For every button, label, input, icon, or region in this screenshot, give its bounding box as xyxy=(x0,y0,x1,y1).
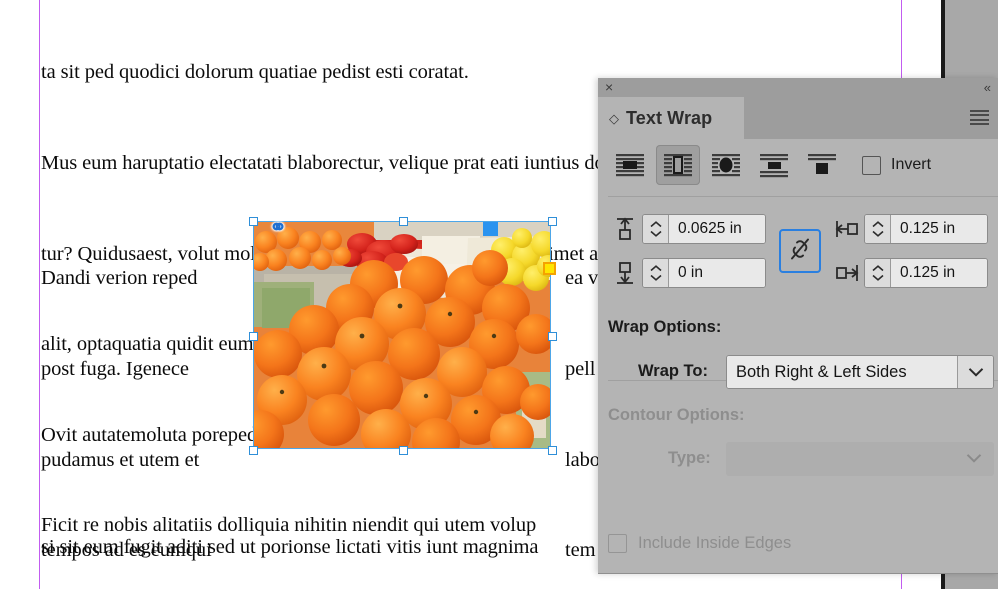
offset-right-icon xyxy=(834,258,860,288)
offset-bottom-icon xyxy=(612,258,638,288)
contour-options-heading: Contour Options: xyxy=(608,406,745,424)
offset-bottom-stepper[interactable] xyxy=(643,259,669,287)
wrap-around-bounding-box-icon xyxy=(663,152,693,178)
panel-bottom-edge xyxy=(598,573,998,574)
application-window: ta sit ped quodici dolorum quatiae pedis… xyxy=(0,0,998,589)
include-inside-edges-label: Include Inside Edges xyxy=(638,534,792,552)
wrap-around-object-shape-icon xyxy=(711,152,741,178)
wrap-mode-object-shape-button[interactable] xyxy=(704,145,748,185)
offset-bottom-value[interactable]: 0 in xyxy=(669,259,765,287)
wrap-mode-bounding-box-button[interactable] xyxy=(656,145,700,185)
panel-menu-icon[interactable] xyxy=(970,110,989,125)
offset-right-value[interactable]: 0.125 in xyxy=(891,259,987,287)
wrap-to-value: Both Right & Left Sides xyxy=(727,356,957,388)
offset-top-value[interactable]: 0.0625 in xyxy=(669,215,765,243)
placed-image-frame[interactable] xyxy=(254,222,550,448)
offset-bottom-field-row: 0 in xyxy=(612,258,766,288)
link-offsets-toggle[interactable] xyxy=(779,229,821,273)
wrap-to-label: Wrap To: xyxy=(638,362,708,380)
panel-divider xyxy=(608,196,998,197)
tab-text-wrap[interactable]: ◇ Text Wrap xyxy=(598,97,744,139)
offset-left-stepper[interactable] xyxy=(865,215,891,243)
invert-checkbox-box[interactable] xyxy=(862,155,881,175)
content-grabber-icon[interactable]: ⚭ xyxy=(265,217,291,238)
offset-top-field-row: 0.0625 in xyxy=(612,214,766,244)
invert-checkbox[interactable]: Invert xyxy=(862,155,932,175)
offset-top-stepper[interactable] xyxy=(643,215,669,243)
text-line: pudamus et utem et xyxy=(41,448,200,471)
offset-top-icon xyxy=(612,214,638,244)
no-text-wrap-icon xyxy=(615,152,645,178)
wrap-options-heading: Wrap Options: xyxy=(608,318,722,336)
wrap-mode-button-group: Invert xyxy=(598,139,998,191)
invert-label: Invert xyxy=(891,156,932,173)
panel-title: Text Wrap xyxy=(626,107,713,128)
jump-to-next-column-icon xyxy=(807,152,837,178)
offset-left-field-row: 0.125 in xyxy=(834,214,988,244)
wrap-to-dropdown[interactable]: Both Right & Left Sides xyxy=(726,355,994,389)
include-inside-edges-box xyxy=(608,534,627,553)
contour-type-label: Type: xyxy=(668,449,711,467)
text-line: Dandi verion reped xyxy=(41,267,198,290)
offset-left-value[interactable]: 0.125 in xyxy=(891,215,987,243)
offset-left-field[interactable]: 0.125 in xyxy=(864,214,988,244)
panel-title-bar: × « xyxy=(598,78,998,97)
offset-right-field[interactable]: 0.125 in xyxy=(864,258,988,288)
corner-effects-handle[interactable] xyxy=(543,262,556,275)
margin-guide-left xyxy=(39,0,40,589)
contour-type-dropdown xyxy=(726,442,994,476)
offset-right-stepper[interactable] xyxy=(865,259,891,287)
include-inside-edges-checkbox: Include Inside Edges xyxy=(608,534,791,553)
offset-right-field-row: 0.125 in xyxy=(834,258,988,288)
wrap-mode-jump-object-button[interactable] xyxy=(752,145,796,185)
dock-diamond-icon: ◇ xyxy=(609,110,619,126)
wrap-mode-jump-next-column-button[interactable] xyxy=(800,145,844,185)
orange-market-photo xyxy=(254,222,550,448)
jump-object-icon xyxy=(759,152,789,178)
panel-tab-strip: ◇ Text Wrap xyxy=(598,97,998,139)
anchored-object-marker-icon[interactable] xyxy=(483,222,498,236)
text-line: post fuga. Igenece xyxy=(41,358,189,380)
wrap-mode-no-text-wrap-button[interactable] xyxy=(608,145,652,185)
chevron-down-icon[interactable] xyxy=(957,356,993,388)
offset-bottom-field[interactable]: 0 in xyxy=(642,258,766,288)
offset-left-icon xyxy=(834,214,860,244)
close-icon[interactable]: × xyxy=(605,80,613,95)
chevron-down-icon xyxy=(966,450,982,468)
collapse-panel-icon[interactable]: « xyxy=(984,80,991,95)
broken-link-icon xyxy=(788,236,812,267)
offset-top-field[interactable]: 0.0625 in xyxy=(642,214,766,244)
